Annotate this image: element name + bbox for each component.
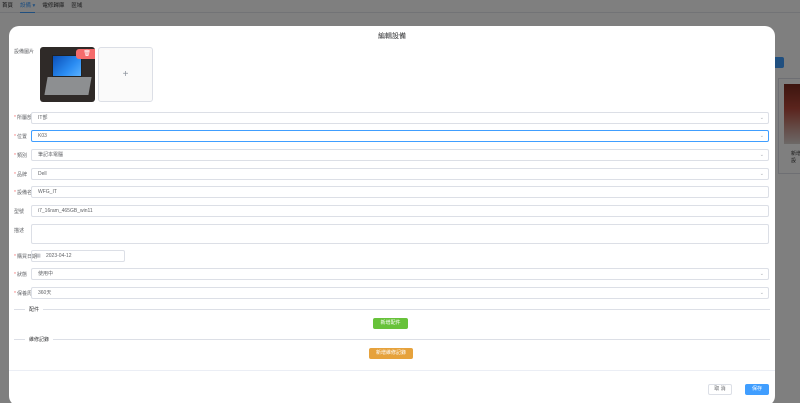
location-select[interactable]: K03 ⌄ [31, 130, 769, 142]
maintenance-divider [14, 339, 770, 340]
equipment-photo[interactable]: 🗑 [40, 47, 95, 102]
category-value: 筆記本電腦 [38, 152, 64, 158]
department-value: IT部 [38, 115, 48, 121]
edit-equipment-dialog: 編輯設備 設備圖片 🗑 + *所屬部門 IT部 ⌄ *位置 K03 ⌄ *類別 … [9, 26, 775, 403]
model-value: i7_16ram_465GB_win11 [38, 208, 93, 214]
warranty-select[interactable]: 360天 ⌄ [31, 287, 769, 299]
cancel-button[interactable]: 取 消 [708, 384, 732, 395]
brand-select[interactable]: Dell ⌄ [31, 168, 769, 180]
brand-label: *品牌 [14, 172, 27, 178]
brand-value: Dell [38, 171, 47, 177]
accessories-divider [14, 309, 770, 310]
delete-photo-icon[interactable]: 🗑 [76, 49, 95, 59]
dialog-title: 編輯設備 [378, 33, 406, 40]
status-select[interactable]: 使用中 ⌄ [31, 268, 769, 280]
image-label: 設備圖片 [14, 49, 35, 55]
chevron-down-icon: ⌄ [759, 115, 764, 121]
chevron-down-icon: ⌄ [759, 133, 764, 139]
chevron-down-icon: ⌄ [759, 171, 764, 177]
chevron-down-icon: ⌄ [759, 271, 764, 277]
footer-divider [9, 370, 775, 371]
name-value: WFG_IT [38, 189, 57, 195]
category-select[interactable]: 筆記本電腦 ⌄ [31, 149, 769, 161]
category-label: *類別 [14, 153, 27, 159]
status-value: 使用中 [38, 271, 54, 277]
description-textarea[interactable] [31, 224, 769, 244]
model-label: 型號 [14, 209, 25, 215]
status-label: *狀態 [14, 272, 27, 278]
description-label: 描述 [14, 228, 25, 234]
model-input[interactable]: i7_16ram_465GB_win11 [31, 205, 769, 217]
chevron-down-icon: ⌄ [759, 152, 764, 158]
add-maintenance-button[interactable]: 新增維修記錄 [369, 348, 413, 359]
plus-icon: + [122, 69, 129, 80]
purchase-date-value: 2023-04-12 [46, 253, 72, 259]
location-label: *位置 [14, 134, 27, 140]
add-accessory-button[interactable]: 新增配件 [373, 318, 408, 329]
laptop-keyboard-image [44, 77, 92, 95]
maintenance-label: 維修記錄 [25, 336, 54, 343]
chevron-down-icon: ⌄ [759, 290, 764, 296]
purchase-date-picker[interactable]: ▦ 2023-04-12 [31, 250, 125, 262]
save-button[interactable]: 保存 [745, 384, 769, 395]
department-select[interactable]: IT部 ⌄ [31, 112, 769, 124]
location-value: K03 [38, 133, 47, 139]
accessories-label: 配件 [25, 306, 44, 313]
calendar-icon: ▦ [36, 253, 41, 259]
upload-photo-button[interactable]: + [98, 47, 153, 102]
name-input[interactable]: WFG_IT [31, 186, 769, 198]
warranty-value: 360天 [38, 290, 52, 296]
